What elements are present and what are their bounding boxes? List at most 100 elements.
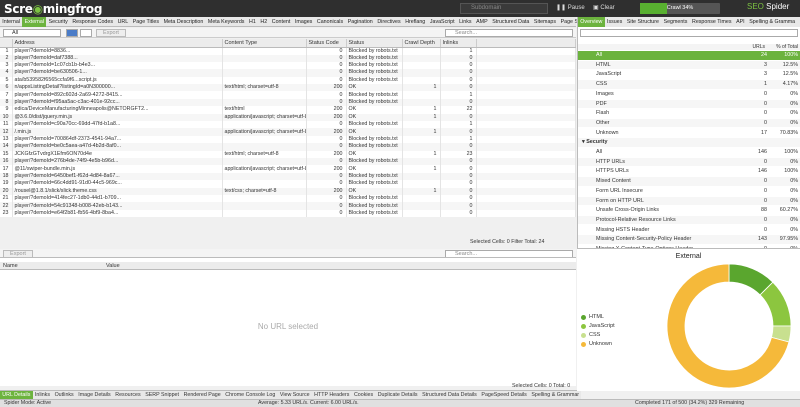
- col-name[interactable]: Name: [3, 262, 18, 270]
- overview-label: Protocol-Relative Resource Links: [596, 216, 676, 223]
- column-header[interactable]: Address: [12, 39, 223, 48]
- table-row[interactable]: 14 player/?demoId=be0c5aea-a47d-4b2d-8af0…: [0, 143, 576, 151]
- table-row[interactable]: 7 player/?demoId=892c602d-2a69-4272-8415.…: [0, 91, 576, 99]
- overview-label: Form URL Insecure: [596, 187, 643, 194]
- tab-amp[interactable]: AMP: [474, 17, 490, 27]
- table-row[interactable]: 9 edica/DeviceManufacturingMinneapolis@NE…: [0, 106, 576, 114]
- table-row[interactable]: 1 player/?demoId=8836... 0 Blocked by robot…: [0, 47, 576, 55]
- tab-h1[interactable]: H1: [247, 17, 258, 27]
- right-tab-issues[interactable]: Issues: [605, 17, 625, 27]
- overview-row[interactable]: JavaScript 3 12.5%: [578, 70, 800, 79]
- table-cell-spacer: [476, 150, 576, 158]
- overview-row[interactable]: Missing HSTS Header 0 0%: [578, 226, 800, 235]
- table-cell: player/?demoId=6450bef1-f62d-4d84-8a67..…: [12, 172, 223, 181]
- filter-dropdown[interactable]: All: [3, 29, 61, 37]
- table-cell: n/appxListingDetail?listingId=a0N300000.…: [12, 84, 223, 92]
- overview-row[interactable]: Form on HTTP URL 0 0%: [578, 196, 800, 206]
- overview-row[interactable]: Form URL Insecure 0 0%: [578, 187, 800, 196]
- table-row[interactable]: 21 player/?demoId=414fec27-1db0-44d1-b709…: [0, 194, 576, 203]
- tree-view-button[interactable]: [80, 29, 92, 37]
- overview-row[interactable]: CSS 1 4.17%: [578, 80, 800, 89]
- right-tab-site-structure[interactable]: Site Structure: [625, 17, 662, 27]
- overview-urls: 0: [764, 119, 767, 126]
- table-row[interactable]: 8 player/?demoId=f95aa5ac-c3ac-401e-92cc.…: [0, 98, 576, 107]
- table-row[interactable]: 13 player/?demoId=700864df-2373-4541-94a7…: [0, 135, 576, 144]
- tab-javascript[interactable]: JavaScript: [428, 17, 457, 27]
- tab-meta-keywords[interactable]: Meta Keywords: [206, 17, 247, 27]
- tab-url[interactable]: URL: [115, 17, 130, 27]
- overview-row[interactable]: Mixed Content 0 0%: [578, 177, 800, 186]
- tab-h2[interactable]: H2: [258, 17, 269, 27]
- table-row[interactable]: 20/rousel@1.8.1/slick/slick.theme.css tex…: [0, 187, 576, 195]
- tab-links[interactable]: Links: [457, 17, 474, 27]
- right-tab-spelling-gramma[interactable]: Spelling & Gramma: [747, 17, 798, 27]
- table-row[interactable]: 11 player/?demoId=c90a70cc-69dd-47fd-b1a8…: [0, 121, 576, 129]
- overview-row[interactable]: Unknown 17 70.83%: [578, 129, 800, 138]
- column-header[interactable]: Crawl Depth: [402, 39, 441, 48]
- clear-button[interactable]: ▣ Clear: [593, 3, 615, 14]
- tab-security[interactable]: Security: [46, 17, 70, 27]
- overview-row[interactable]: HTTP URLs 0 0%: [578, 157, 800, 167]
- overview-row[interactable]: Images 0 0%: [578, 90, 800, 99]
- table-row[interactable]: 5 ata/b539582f6565ccfa9f6...script.js 0 Blo…: [0, 76, 576, 85]
- col-value[interactable]: Value: [106, 262, 120, 270]
- overview-row[interactable]: All 24 100%: [578, 51, 800, 60]
- table-row[interactable]: 2 player/?demoId=daf7388... 0 Blocked by ro…: [0, 54, 576, 62]
- overview-row[interactable]: HTML 3 12.5%: [578, 60, 800, 70]
- subdomain-dropdown[interactable]: Subdomain: [460, 3, 548, 14]
- overview-row[interactable]: All 146 100%: [578, 148, 800, 157]
- column-header[interactable]: Status: [346, 39, 403, 48]
- right-tab-api[interactable]: API: [734, 17, 747, 27]
- export-button[interactable]: Export: [96, 29, 126, 37]
- overview-urls: 0: [764, 178, 767, 185]
- tab-images[interactable]: Images: [293, 17, 315, 27]
- table-row[interactable]: 19 player/?demoId=66c4dd91-91d0-44c5-969c…: [0, 180, 576, 188]
- table-row[interactable]: 6 n/appxListingDetail?listingId=a0N300000…: [0, 84, 576, 92]
- overview-row[interactable]: Flash 0 0%: [578, 109, 800, 118]
- tab-directives[interactable]: Directives: [375, 17, 403, 27]
- tab-page-titles[interactable]: Page Titles: [130, 17, 161, 27]
- right-tab-overview[interactable]: Overview: [578, 17, 605, 27]
- tab-structured-data[interactable]: Structured Data: [490, 17, 532, 27]
- table-row[interactable]: 16 player/?demoId=276b4de-74f9-4e5b-b96d.…: [0, 157, 576, 166]
- tab-pagination[interactable]: Pagination: [345, 17, 375, 27]
- table-cell: 4: [0, 69, 13, 77]
- tab-hreflang[interactable]: Hreflang: [403, 17, 428, 27]
- table-row[interactable]: 18 player/?demoId=6450bef1-f62d-4d84-8a67…: [0, 172, 576, 181]
- search-input[interactable]: Search...: [445, 29, 573, 37]
- right-tab-segments[interactable]: Segments: [661, 17, 689, 27]
- tab-sitemaps[interactable]: Sitemaps: [532, 17, 559, 27]
- table-row[interactable]: 12/.min.js application/javascript; charse…: [0, 128, 576, 136]
- table-row[interactable]: 23 player/?demoId=e64f2b81-fb56-4bf9-8ba4…: [0, 209, 576, 218]
- tab-meta-description[interactable]: Meta Description: [161, 17, 205, 27]
- column-header[interactable]: [0, 39, 13, 48]
- table-row[interactable]: 15 JCKGfzGTvdrgX1Efm6ON70d4e text/html; ch…: [0, 150, 576, 158]
- overview-row[interactable]: ▾ Security: [578, 138, 800, 147]
- tab-content[interactable]: Content: [269, 17, 292, 27]
- overview-row[interactable]: Protocol-Relative Resource Links 0 0%: [578, 215, 800, 225]
- column-header[interactable]: Content Type: [222, 39, 307, 48]
- tab-canonicals[interactable]: Canonicals: [315, 17, 346, 27]
- overview-row[interactable]: Unsafe Cross-Origin Links 88 60.27%: [578, 206, 800, 215]
- overview-urls: 0: [764, 187, 767, 194]
- pause-button[interactable]: ❚❚ Pause: [556, 3, 585, 14]
- list-view-button[interactable]: [66, 29, 78, 37]
- tab-external[interactable]: External: [22, 17, 47, 27]
- table-row[interactable]: 22 player/?demoId=54c91348-b008-42eb-b143…: [0, 202, 576, 210]
- table-row[interactable]: 17 @11/swiper-bundle.min.js application/ja…: [0, 165, 576, 173]
- overview-row[interactable]: Other 0 0%: [578, 118, 800, 128]
- overview-row[interactable]: PDF 0 0%: [578, 99, 800, 109]
- column-header[interactable]: Inlinks: [440, 39, 477, 48]
- external-chart: External HTML JavaScript CSS Unknown: [577, 248, 800, 391]
- table-cell: 12: [0, 128, 13, 136]
- overview-row[interactable]: Missing Content-Security-Policy Header 14…: [578, 235, 800, 244]
- table-row[interactable]: 10 @3.6.0/dist/jquery.min.js application/j…: [0, 113, 576, 122]
- table-row[interactable]: 3 player/?demoId=1c07cb1b-b4e3... 0 Blocked…: [0, 61, 576, 70]
- table-row[interactable]: 4 player/?demoId=be630506-1... 0 Blocked by…: [0, 69, 576, 77]
- tab-response-codes[interactable]: Response Codes: [70, 17, 115, 27]
- tab-internal[interactable]: Internal: [0, 17, 22, 27]
- overview-row[interactable]: HTTPS URLs 146 100%: [578, 167, 800, 176]
- right-tab-response-times[interactable]: Response Times: [690, 17, 734, 27]
- column-header[interactable]: Status Code: [306, 39, 347, 48]
- right-search-input[interactable]: [580, 29, 798, 37]
